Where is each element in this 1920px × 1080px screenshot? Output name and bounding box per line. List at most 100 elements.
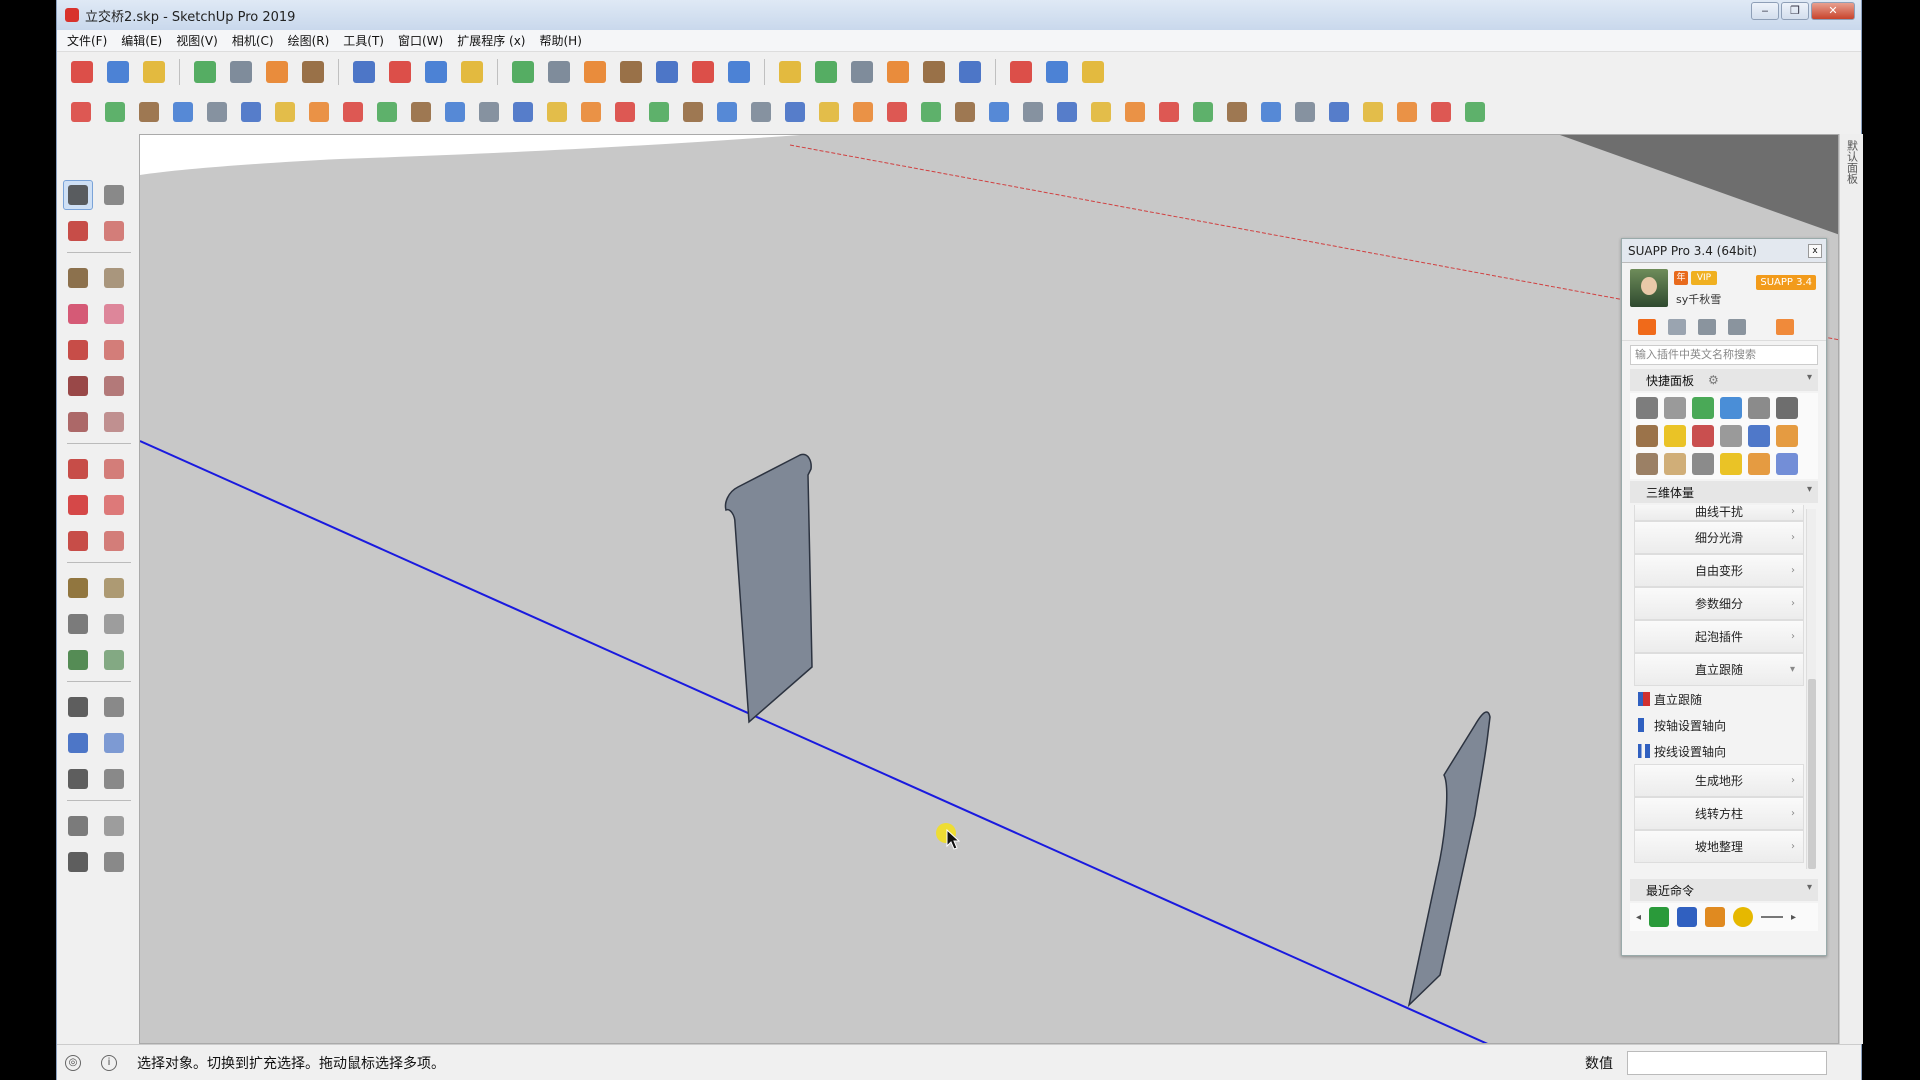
menu-item-curve[interactable]: 曲线干扰 › xyxy=(1634,505,1804,521)
plugin-tool-button[interactable] xyxy=(1291,97,1319,127)
sub-item-upright-follow[interactable]: 直立跟随 xyxy=(1630,686,1804,712)
quick-tool-icon[interactable] xyxy=(1664,425,1686,447)
menu-item-terrain[interactable]: 生成地形 › xyxy=(1634,764,1804,797)
push-pull-tool[interactable] xyxy=(99,454,129,484)
minimize-button[interactable]: ‒ xyxy=(1751,2,1779,20)
plugin-tool-button[interactable] xyxy=(1359,97,1387,127)
top-view-button[interactable] xyxy=(775,57,805,87)
quick-tool-icon[interactable] xyxy=(1776,453,1798,475)
wireframe-button[interactable] xyxy=(580,57,610,87)
recent-cmd-icon[interactable] xyxy=(1733,907,1754,927)
eraser-tool[interactable] xyxy=(99,216,129,246)
quick-tool-icon[interactable] xyxy=(1692,425,1714,447)
quick-tool-icon[interactable] xyxy=(1720,453,1742,475)
shaded-button[interactable] xyxy=(652,57,682,87)
scroll-thumb[interactable] xyxy=(1808,679,1816,869)
left-view-button[interactable] xyxy=(955,57,985,87)
select-tool[interactable] xyxy=(63,180,93,210)
plugin-tool-button[interactable] xyxy=(1393,97,1421,127)
plugin-tool-button[interactable] xyxy=(373,97,401,127)
plugin-tool-button[interactable] xyxy=(849,97,877,127)
quick-tool-icon[interactable] xyxy=(1636,453,1658,475)
zoom-tool[interactable] xyxy=(63,728,93,758)
text-tool[interactable] xyxy=(99,609,129,639)
menu-file[interactable]: 文件(F) xyxy=(67,32,107,49)
plugin-tool-button[interactable] xyxy=(305,97,333,127)
walk-tool[interactable] xyxy=(63,847,93,877)
quick-tool-icon[interactable] xyxy=(1636,425,1658,447)
menu-tools[interactable]: 工具(T) xyxy=(343,32,384,49)
quick-tool-icon[interactable] xyxy=(1720,397,1742,419)
look-around-tool[interactable] xyxy=(99,811,129,841)
plugin-tool-button[interactable] xyxy=(985,97,1013,127)
plugin-tool-button[interactable] xyxy=(1257,97,1285,127)
search-icon[interactable] xyxy=(1728,318,1746,335)
xray-button[interactable] xyxy=(544,57,574,87)
menu-extensions[interactable]: 扩展程序 (x) xyxy=(457,32,525,49)
menu-item-free-deform[interactable]: 自由变形 › xyxy=(1634,554,1804,587)
plugin-tool-button[interactable] xyxy=(135,97,163,127)
two-point-arc-tool[interactable] xyxy=(99,407,129,437)
plugin-tool-button[interactable] xyxy=(271,97,299,127)
plugin-tool-button[interactable] xyxy=(1053,97,1081,127)
close-button[interactable]: ✕ xyxy=(1811,2,1855,20)
pan-tool[interactable] xyxy=(99,692,129,722)
menu-item-upright-follow[interactable]: 直立跟随 ▾ xyxy=(1634,653,1804,686)
quick-tool-icon[interactable] xyxy=(1664,453,1686,475)
plugin-tool-button[interactable] xyxy=(1087,97,1115,127)
menu-help[interactable]: 帮助(H) xyxy=(539,32,581,49)
copy-button[interactable] xyxy=(226,57,256,87)
plugin-tool-button[interactable] xyxy=(815,97,843,127)
default-tray-strip[interactable]: 默认面板 xyxy=(1839,134,1863,1044)
paint-bucket-tool[interactable] xyxy=(63,216,93,246)
menu-edit[interactable]: 编辑(E) xyxy=(121,32,162,49)
right-view-button[interactable] xyxy=(883,57,913,87)
plugin-tool-button[interactable] xyxy=(645,97,673,127)
menu-scrollbar[interactable] xyxy=(1806,509,1816,869)
recent-cmd-icon[interactable] xyxy=(1705,907,1726,927)
quick-tool-icon[interactable] xyxy=(1776,425,1798,447)
plugin-tool-button[interactable] xyxy=(951,97,979,127)
menu-draw[interactable]: 绘图(R) xyxy=(288,32,330,49)
menu-icon[interactable] xyxy=(1776,318,1794,335)
iso-view-button[interactable] xyxy=(508,57,538,87)
zoom-window-tool[interactable] xyxy=(99,728,129,758)
monochrome-button[interactable] xyxy=(724,57,754,87)
menu-item-line-to-column[interactable]: 线转方柱 › xyxy=(1634,797,1804,830)
suapp-close-button[interactable]: x xyxy=(1808,244,1822,258)
plugin-tool-button[interactable] xyxy=(883,97,911,127)
list-icon[interactable] xyxy=(1668,318,1686,335)
quick-panel-header[interactable]: 快捷面板 ⚙ ▾ xyxy=(1630,369,1818,391)
protractor-tool[interactable] xyxy=(63,609,93,639)
plugin-tool-button[interactable] xyxy=(475,97,503,127)
menu-camera[interactable]: 相机(C) xyxy=(232,32,274,49)
plugin-tool-button[interactable] xyxy=(713,97,741,127)
three-point-arc-tool[interactable] xyxy=(63,407,93,437)
previous-view-tool[interactable] xyxy=(99,764,129,794)
drawing-viewport[interactable] xyxy=(139,134,1839,1044)
plugin-tool-button[interactable] xyxy=(1427,97,1455,127)
model-info-button[interactable] xyxy=(457,57,487,87)
rectangle-tool[interactable] xyxy=(63,299,93,329)
sub-item-line-axis[interactable]: 按线设置轴向 xyxy=(1630,738,1804,764)
arc-tool[interactable] xyxy=(63,371,93,401)
plugin-tool-button[interactable] xyxy=(169,97,197,127)
plugin-tool-button[interactable] xyxy=(237,97,265,127)
section-plane-tool-tool[interactable] xyxy=(99,847,129,877)
erase-button[interactable] xyxy=(298,57,328,87)
menu-item-param-subdiv[interactable]: 参数细分 › xyxy=(1634,587,1804,620)
quick-tool-icon[interactable] xyxy=(1692,397,1714,419)
value-input[interactable] xyxy=(1627,1050,1827,1075)
dimension-tool[interactable] xyxy=(99,573,129,603)
quick-tool-icon[interactable] xyxy=(1748,397,1770,419)
section-cut-button[interactable] xyxy=(1042,57,1072,87)
plugin-tool-button[interactable] xyxy=(611,97,639,127)
recent-cmd-icon[interactable] xyxy=(1761,916,1784,918)
scene-canvas[interactable] xyxy=(140,135,1839,1044)
plugin-tool-button[interactable] xyxy=(67,97,95,127)
scroll-left-icon[interactable]: ◂ xyxy=(1636,912,1641,923)
plugin-tool-button[interactable] xyxy=(1325,97,1353,127)
redo-button[interactable] xyxy=(385,57,415,87)
menu-window[interactable]: 窗口(W) xyxy=(398,32,443,49)
plugin-tool-button[interactable] xyxy=(1189,97,1217,127)
